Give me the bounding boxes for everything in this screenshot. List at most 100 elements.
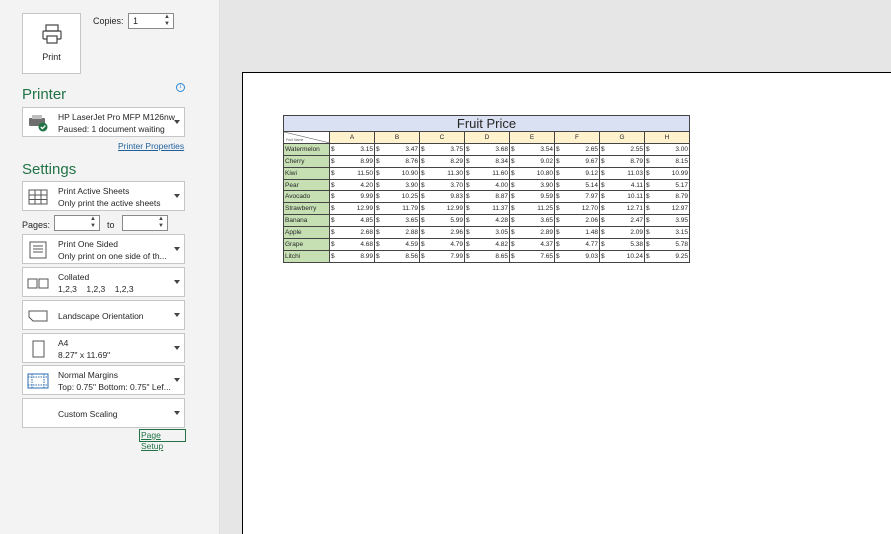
price-value: 3.05 (495, 229, 508, 237)
currency-symbol: $ (376, 169, 380, 177)
price-value: 4.00 (495, 181, 508, 189)
price-cell: $8.34 (464, 154, 510, 168)
price-cell: $3.65 (374, 214, 420, 228)
spin-down-icon[interactable]: ▼ (163, 21, 171, 28)
price-value: 4.82 (495, 240, 508, 248)
price-cell: $3.05 (464, 226, 510, 240)
price-cell: $10.25 (374, 190, 420, 204)
spin-up-icon[interactable]: ▲ (157, 216, 165, 223)
currency-symbol: $ (646, 205, 650, 213)
price-cell: $5.38 (599, 238, 645, 251)
price-value: 8.56 (405, 252, 418, 260)
page-setup-link[interactable]: Page Setup (139, 429, 186, 451)
price-cell: $2.65 (554, 142, 600, 156)
chevron-down-icon (174, 120, 180, 124)
fruit-price-table: Fruit Price Fruit Name A B C D E F G H Watermelon $… (283, 115, 690, 263)
price-cell: $11.50 (329, 166, 375, 180)
price-value: 9.99 (360, 193, 373, 201)
column-header: F (554, 131, 600, 144)
print-preview-area (220, 0, 891, 534)
currency-symbol: $ (421, 240, 425, 248)
price-value: 4.37 (540, 240, 553, 248)
copies-input[interactable]: 1 ▲ ▼ (128, 13, 174, 29)
currency-symbol: $ (556, 181, 560, 189)
margins-dropdown[interactable]: Normal Margins Top: 0.75" Bottom: 0.75" … (22, 365, 185, 395)
price-cell: $2.47 (599, 214, 645, 228)
price-cell: $4.77 (554, 238, 600, 251)
currency-symbol: $ (601, 252, 605, 260)
price-cell: $4.59 (374, 238, 420, 251)
pages-to-input[interactable]: ▲ ▼ (122, 215, 168, 231)
price-cell: $7.97 (554, 190, 600, 204)
currency-symbol: $ (466, 169, 470, 177)
currency-symbol: $ (646, 181, 650, 189)
paper-size-dropdown[interactable]: A4 8.27" x 11.69" (22, 333, 185, 363)
print-what-dropdown[interactable]: Print Active Sheets Only print the activ… (22, 181, 185, 211)
column-header: G (599, 131, 645, 144)
price-cell: $12.99 (329, 202, 375, 216)
copies-spinner[interactable]: ▲ ▼ (163, 14, 171, 28)
chevron-down-icon (174, 378, 180, 382)
currency-symbol: $ (601, 145, 605, 153)
currency-symbol: $ (466, 229, 470, 237)
price-cell: $10.80 (509, 166, 555, 180)
currency-symbol: $ (466, 193, 470, 201)
currency-symbol: $ (331, 240, 335, 248)
print-button[interactable]: Print (22, 13, 81, 74)
orientation-dropdown[interactable]: Landscape Orientation (22, 300, 185, 330)
sides-dropdown[interactable]: Print One Sided Only print on one side o… (22, 234, 185, 264)
price-cell: $12.99 (419, 202, 465, 216)
price-value: 8.79 (675, 193, 688, 201)
price-cell: $2.88 (374, 226, 420, 240)
price-cell: $9.25 (644, 249, 690, 263)
spin-down-icon[interactable]: ▼ (89, 223, 97, 230)
price-cell: $3.65 (509, 214, 555, 228)
printer-properties-link[interactable]: Printer Properties (118, 141, 184, 151)
table-row: Banana $4.85 $3.65 $5.99 $4.28 $3.65 $2.06 $2.4… (283, 214, 690, 228)
info-icon[interactable]: i (176, 83, 185, 92)
paper-icon (32, 340, 45, 358)
price-value: 5.78 (675, 240, 688, 248)
price-cell: $9.83 (419, 190, 465, 204)
price-cell: $1.48 (554, 226, 600, 240)
currency-symbol: $ (376, 205, 380, 213)
column-header: E (509, 131, 555, 144)
price-value: 9.02 (540, 157, 553, 165)
scaling-dropdown[interactable]: Custom Scaling (22, 398, 185, 428)
collation-dropdown[interactable]: Collated 1,2,3 1,2,3 1,2,3 (22, 267, 185, 297)
printer-dropdown[interactable]: HP LaserJet Pro MFP M126nw Paused: 1 doc… (22, 107, 185, 137)
print-button-label: Print (42, 52, 61, 62)
price-value: 10.25 (401, 193, 418, 201)
price-cell: $3.90 (509, 178, 555, 192)
price-value: 3.65 (405, 217, 418, 225)
price-value: 7.99 (450, 252, 463, 260)
price-cell: $2.96 (419, 226, 465, 240)
printer-heading: Printer (22, 86, 67, 103)
collation-desc: 1,2,3 1,2,3 1,2,3 (58, 284, 134, 294)
currency-symbol: $ (556, 217, 560, 225)
price-cell: $4.00 (464, 178, 510, 192)
price-cell: $8.15 (644, 154, 690, 168)
price-value: 8.87 (495, 193, 508, 201)
price-value: 2.96 (450, 229, 463, 237)
price-cell: $2.55 (599, 142, 645, 156)
price-cell: $3.47 (374, 142, 420, 156)
price-value: 12.97 (671, 205, 688, 213)
price-cell: $3.70 (419, 178, 465, 192)
scaling-title: Custom Scaling (58, 409, 118, 419)
price-value: 8.99 (360, 157, 373, 165)
price-cell: $3.15 (329, 142, 375, 156)
pages-from-input[interactable]: ▲ ▼ (54, 215, 100, 231)
price-cell: $10.90 (374, 166, 420, 180)
currency-symbol: $ (331, 252, 335, 260)
price-value: 5.17 (675, 181, 688, 189)
price-cell: $8.76 (374, 154, 420, 168)
pages-to-spinner[interactable]: ▲ ▼ (157, 216, 165, 230)
spin-down-icon[interactable]: ▼ (157, 223, 165, 230)
pages-from-spinner[interactable]: ▲ ▼ (89, 216, 97, 230)
column-header: H (644, 131, 690, 144)
spin-up-icon[interactable]: ▲ (163, 14, 171, 21)
spin-up-icon[interactable]: ▲ (89, 216, 97, 223)
currency-symbol: $ (601, 181, 605, 189)
currency-symbol: $ (331, 181, 335, 189)
